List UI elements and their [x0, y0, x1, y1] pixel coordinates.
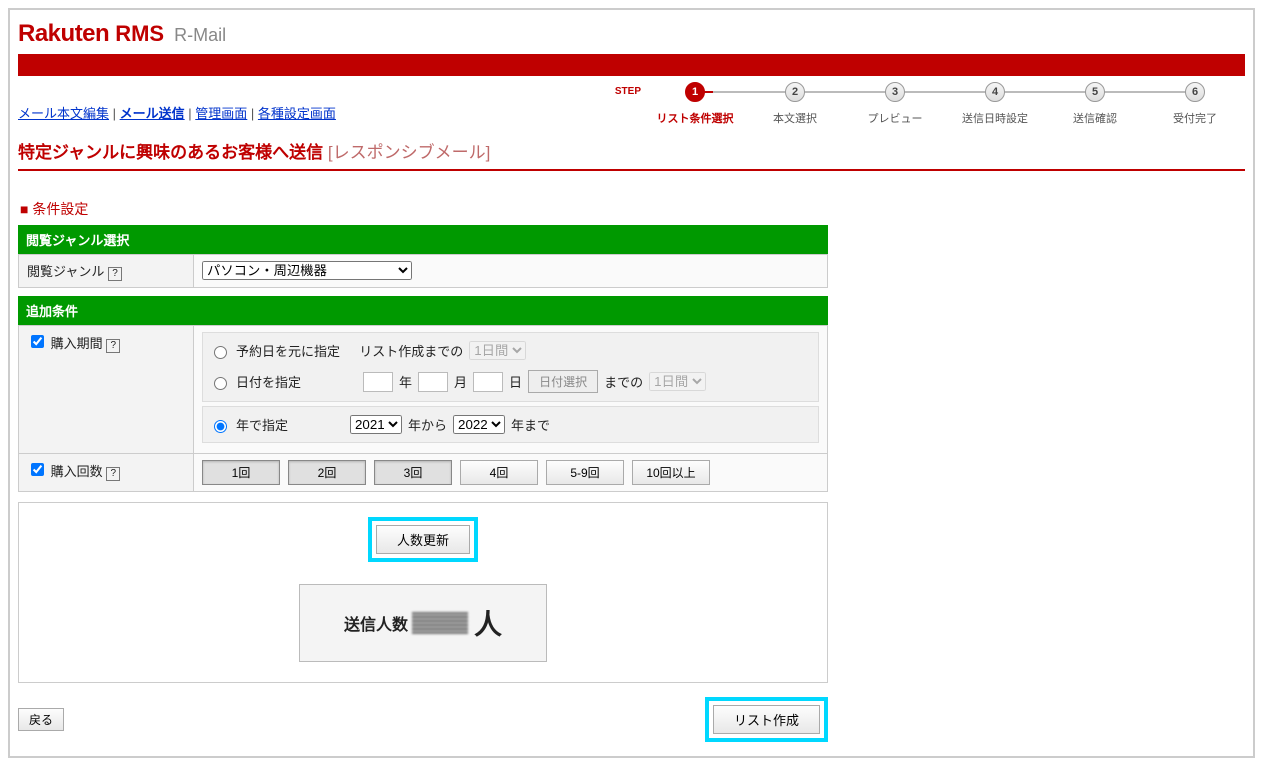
send-count-unit: 人 [474, 603, 502, 643]
period-opt1-desc: リスト作成までの [359, 341, 463, 360]
nav-link-send[interactable]: メール送信 [120, 106, 185, 121]
period-opt2-label: 日付を指定 [236, 372, 301, 391]
genre-select[interactable]: パソコン・周辺機器 [202, 261, 412, 280]
genre-label: 閲覧ジャンル [27, 264, 104, 279]
page-title-sub: [レスポンシブメール] [328, 143, 490, 162]
panel-genre: 閲覧ジャンル選択 閲覧ジャンル ? パソコン・周辺機器 [18, 225, 828, 288]
brand-rms: RMS [115, 21, 164, 47]
step-label-6: 受付完了 [1173, 110, 1217, 126]
step-2: 2 本文選択 [745, 82, 845, 126]
step-5: 5 送信確認 [1045, 82, 1145, 126]
step-4: 4 送信日時設定 [945, 82, 1045, 126]
highlight-create: リスト作成 [705, 697, 828, 742]
period-opt3-radio[interactable] [214, 420, 227, 433]
period-opt2-day[interactable] [473, 372, 503, 392]
center-panel: 人数更新 送信人数 人 [18, 502, 828, 683]
section-heading: ■ 条件設定 [20, 199, 1245, 219]
page-title: 特定ジャンルに興味のあるお客様へ送信 [レスポンシブメール] [18, 126, 1245, 171]
brand-sub: R-Mail [174, 25, 226, 46]
back-button[interactable]: 戻る [18, 708, 64, 731]
send-count-value-masked [412, 612, 468, 634]
step-label-5: 送信確認 [1073, 110, 1117, 126]
period-from-year[interactable]: 2021 [350, 415, 402, 434]
count-btn-4[interactable]: 4回 [460, 460, 538, 485]
count-checkbox[interactable] [31, 463, 44, 476]
step-dot-2: 2 [785, 82, 805, 102]
brand-rakuten: Rakuten [18, 20, 109, 48]
footer-row: 戻る リスト作成 [18, 691, 828, 748]
header-logo: Rakuten RMS R-Mail [18, 16, 1245, 54]
nav-link-edit[interactable]: メール本文編集 [18, 106, 109, 121]
count-label: 購入回数 [51, 464, 103, 479]
period-to-year[interactable]: 2022 [453, 415, 505, 434]
count-btn-2[interactable]: 2回 [288, 460, 366, 485]
nav-link-manage[interactable]: 管理画面 [195, 106, 247, 121]
help-icon[interactable]: ? [108, 267, 122, 281]
step-3: 3 プレビュー [845, 82, 945, 126]
panel-genre-header: 閲覧ジャンル選択 [18, 225, 828, 254]
count-btn-10plus[interactable]: 10回以上 [632, 460, 710, 485]
step-dot-1: 1 [685, 82, 705, 102]
count-btn-5-9[interactable]: 5-9回 [546, 460, 624, 485]
date-pick-button[interactable]: 日付選択 [528, 370, 598, 393]
panel-conditions-header: 追加条件 [18, 296, 828, 325]
period-opt2-duration[interactable]: 1日間 [649, 372, 706, 391]
period-opt2-month[interactable] [418, 372, 448, 392]
period-opt1-radio[interactable] [214, 346, 227, 359]
header-red-bar [18, 54, 1245, 76]
stepper: STEP 1 リスト条件選択 2 本文選択 3 プレビュー 4 送信日時設定 [615, 76, 1245, 126]
step-dot-4: 4 [985, 82, 1005, 102]
period-opt2-radio[interactable] [214, 377, 227, 390]
period-opt1-duration[interactable]: 1日間 [469, 341, 526, 360]
create-list-button[interactable]: リスト作成 [713, 705, 820, 734]
step-prefix: STEP [615, 86, 641, 97]
help-icon[interactable]: ? [106, 467, 120, 481]
send-count-box: 送信人数 人 [299, 584, 547, 662]
period-opt1-label: 予約日を元に指定 [236, 341, 340, 360]
step-label-2: 本文選択 [773, 110, 817, 126]
count-btn-3[interactable]: 3回 [374, 460, 452, 485]
step-dot-6: 6 [1185, 82, 1205, 102]
count-buttons: 1回 2回 3回 4回 5-9回 10回以上 [202, 460, 819, 485]
help-icon[interactable]: ? [106, 339, 120, 353]
step-dot-3: 3 [885, 82, 905, 102]
send-count-label: 送信人数 [344, 611, 408, 635]
period-opt3-label: 年で指定 [236, 415, 288, 434]
step-label-3: プレビュー [868, 110, 923, 126]
update-count-button[interactable]: 人数更新 [376, 525, 470, 554]
nav-links: メール本文編集 | メール送信 | 管理画面 | 各種設定画面 [18, 93, 336, 126]
highlight-update: 人数更新 [368, 517, 478, 562]
page-title-main: 特定ジャンルに興味のあるお客様へ送信 [18, 143, 323, 162]
count-btn-1[interactable]: 1回 [202, 460, 280, 485]
nav-link-settings[interactable]: 各種設定画面 [258, 106, 336, 121]
step-1: 1 リスト条件選択 [645, 82, 745, 126]
period-opt2-year[interactable] [363, 372, 393, 392]
app-frame: Rakuten RMS R-Mail メール本文編集 | メール送信 | 管理画… [8, 8, 1255, 758]
step-dot-5: 5 [1085, 82, 1105, 102]
period-label: 購入期間 [51, 336, 103, 351]
period-checkbox[interactable] [31, 335, 44, 348]
step-label-1: リスト条件選択 [657, 110, 734, 126]
step-label-4: 送信日時設定 [962, 110, 1028, 126]
step-6: 6 受付完了 [1145, 82, 1245, 126]
panel-conditions: 追加条件 購入期間 ? 予約日を元に指定 リスト作成までの [18, 296, 828, 492]
